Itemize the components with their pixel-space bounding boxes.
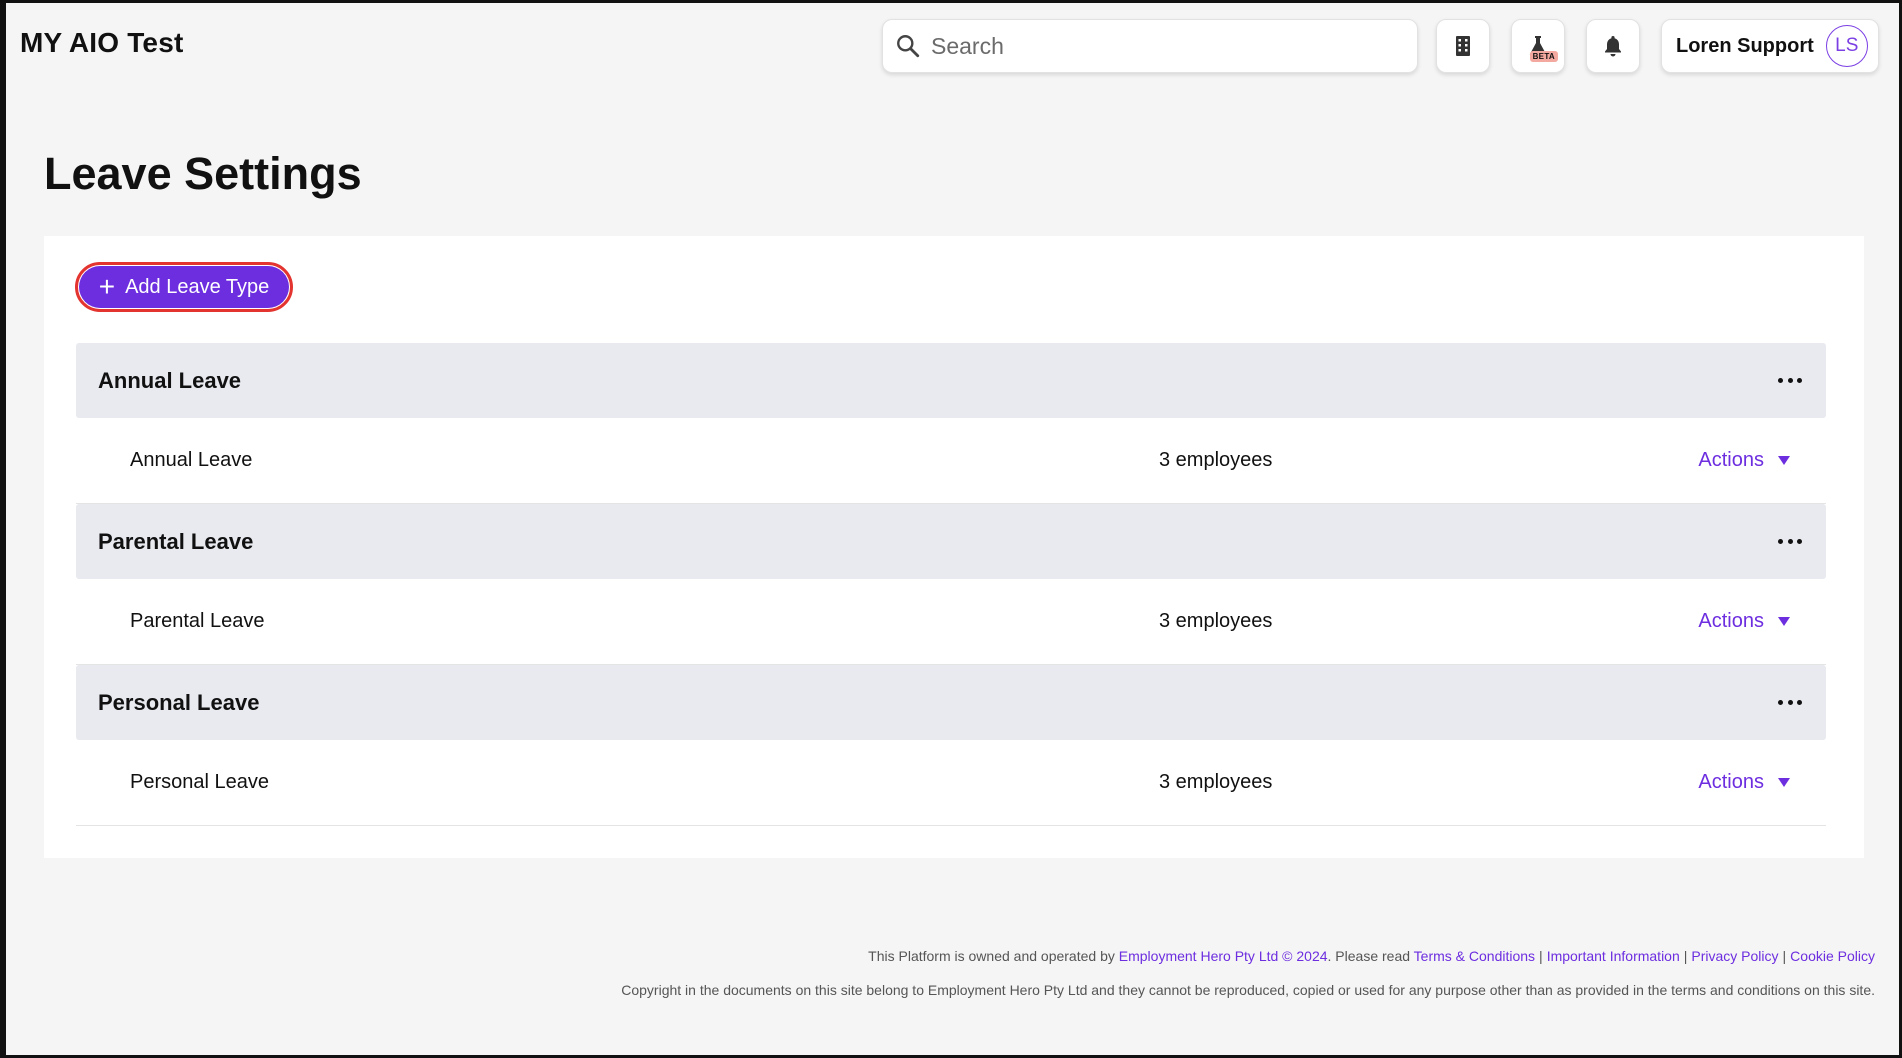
- more-options-icon[interactable]: [1778, 377, 1802, 385]
- footer-separator: |: [1782, 948, 1787, 964]
- plus-icon: +: [98, 271, 116, 302]
- more-options-icon[interactable]: [1778, 538, 1802, 546]
- user-menu[interactable]: Loren Support LS: [1661, 19, 1879, 73]
- more-options-icon[interactable]: [1778, 699, 1802, 707]
- user-name: Loren Support: [1676, 34, 1814, 57]
- search-icon: [897, 35, 920, 58]
- add-leave-type-button[interactable]: + Add Leave Type: [75, 262, 293, 312]
- notifications-button[interactable]: [1586, 19, 1640, 73]
- actions-dropdown[interactable]: Actions: [1698, 610, 1790, 633]
- org-name: MY AIO Test: [20, 27, 184, 58]
- leave-type-name: Annual Leave: [130, 449, 253, 471]
- leave-type-name: Parental Leave: [130, 610, 265, 632]
- important-information-link[interactable]: Important Information: [1547, 948, 1680, 964]
- leave-type-list: Annual Leave Annual Leave 3 employees Ac…: [76, 343, 1826, 826]
- actions-label: Actions: [1698, 449, 1764, 471]
- actions-label: Actions: [1698, 771, 1764, 793]
- actions-dropdown[interactable]: Actions: [1698, 771, 1790, 794]
- footer: This Platform is owned and operated by E…: [621, 948, 1875, 998]
- group-title: Annual Leave: [98, 367, 242, 393]
- group-title: Personal Leave: [98, 689, 260, 715]
- caret-down-icon: [1778, 617, 1790, 626]
- caret-down-icon: [1778, 778, 1790, 787]
- building-icon: [1456, 36, 1470, 56]
- group-header-parental: Parental Leave: [76, 504, 1826, 579]
- employee-count: 3 employees: [1159, 449, 1273, 471]
- leave-type-name: Personal Leave: [130, 771, 269, 793]
- group-title: Parental Leave: [98, 528, 254, 554]
- page-title: Leave Settings: [44, 148, 362, 199]
- privacy-policy-link[interactable]: Privacy Policy: [1691, 948, 1778, 964]
- cookie-policy-link[interactable]: Cookie Policy: [1790, 948, 1875, 964]
- company-link[interactable]: Employment Hero Pty Ltd © 2024: [1119, 948, 1328, 964]
- footer-legal-line: This Platform is owned and operated by E…: [621, 948, 1875, 964]
- footer-separator: |: [1539, 948, 1543, 964]
- group-header-personal: Personal Leave: [76, 665, 1826, 740]
- organisation-button[interactable]: [1436, 19, 1490, 73]
- caret-down-icon: [1778, 456, 1790, 465]
- leave-types-card: + Add Leave Type Annual Leave Annual Lea…: [44, 236, 1864, 858]
- footer-mid: . Please read: [1327, 948, 1411, 964]
- search-input[interactable]: [931, 32, 1391, 60]
- terms-link[interactable]: Terms & Conditions: [1414, 948, 1535, 964]
- beta-features-button[interactable]: BETA: [1511, 19, 1565, 73]
- search-box[interactable]: [882, 19, 1418, 73]
- group-header-annual: Annual Leave: [76, 343, 1826, 418]
- footer-copyright: Copyright in the documents on this site …: [621, 982, 1875, 998]
- bell-icon: [1605, 36, 1621, 57]
- add-leave-type-label: Add Leave Type: [125, 275, 270, 298]
- actions-dropdown[interactable]: Actions: [1698, 449, 1790, 472]
- beta-badge: BETA: [1529, 51, 1558, 62]
- top-header: MY AIO Test BETA Loren Support: [6, 3, 1899, 93]
- footer-separator: |: [1683, 948, 1688, 964]
- list-item: Annual Leave 3 employees Actions: [76, 418, 1826, 504]
- employee-count: 3 employees: [1159, 771, 1273, 793]
- list-item: Personal Leave 3 employees Actions: [76, 740, 1826, 826]
- list-item: Parental Leave 3 employees Actions: [76, 579, 1826, 665]
- employee-count: 3 employees: [1159, 610, 1273, 632]
- avatar: LS: [1825, 25, 1868, 67]
- actions-label: Actions: [1698, 610, 1764, 632]
- footer-prefix: This Platform is owned and operated by: [868, 948, 1115, 964]
